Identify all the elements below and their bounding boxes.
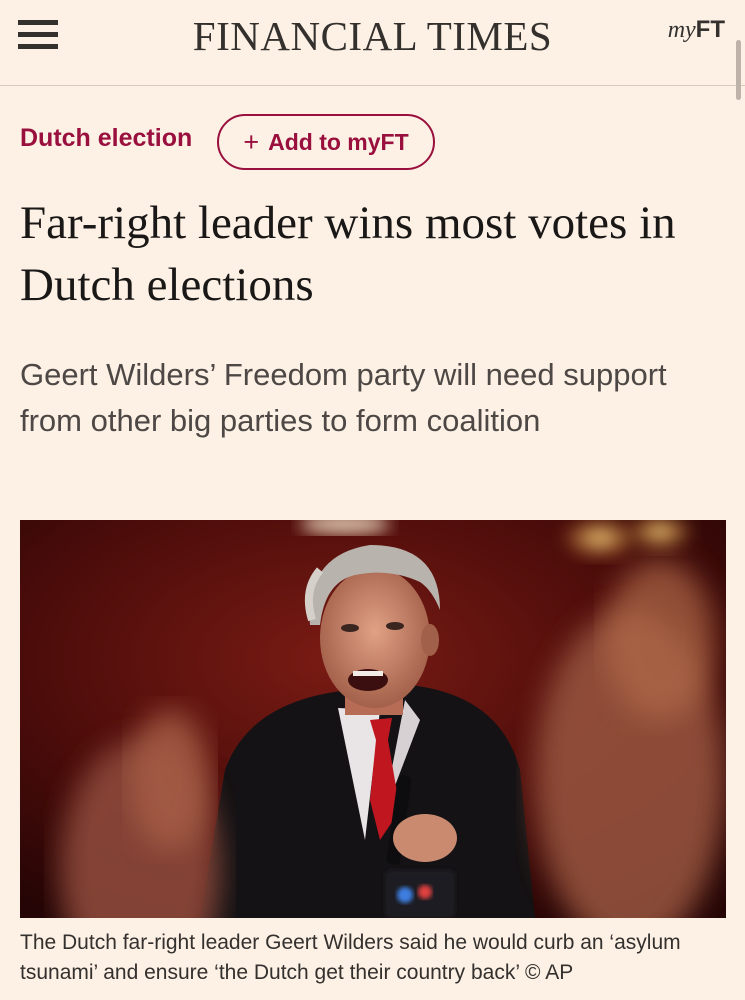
- scrollbar[interactable]: [736, 40, 741, 100]
- add-to-myft-button[interactable]: + Add to myFT: [217, 114, 435, 170]
- photo-illustration: [20, 520, 726, 918]
- site-header: FINANCIAL TIMES myFT: [0, 0, 745, 86]
- myft-suffix: FT: [695, 16, 725, 43]
- site-masthead[interactable]: FINANCIAL TIMES: [0, 12, 745, 60]
- add-to-myft-label: Add to myFT: [268, 128, 409, 155]
- topic-link[interactable]: Dutch election: [20, 124, 192, 153]
- article-headline: Far-right leader wins most votes in Dutc…: [20, 197, 676, 311]
- photo-caption: The Dutch far-right leader Geert Wilders…: [20, 931, 681, 984]
- plus-icon: +: [243, 126, 260, 157]
- myft-link[interactable]: myFT: [668, 16, 725, 44]
- article-photo: [20, 520, 726, 918]
- myft-prefix: my: [667, 17, 696, 43]
- article-standfirst: Geert Wilders’ Freedom party will need s…: [20, 357, 667, 438]
